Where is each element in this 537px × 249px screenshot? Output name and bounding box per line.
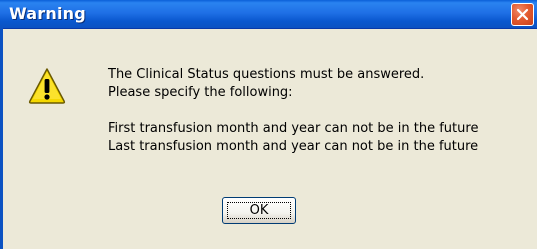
close-button[interactable] — [511, 3, 534, 26]
warning-dialog: Warning The Clinical Status questions mu… — [0, 0, 537, 249]
dialog-title: Warning — [9, 4, 86, 23]
message-line: Last transfusion month and year can not … — [108, 139, 479, 154]
ok-button-label: OK — [227, 202, 291, 219]
message-spacer — [108, 102, 537, 120]
ok-button[interactable]: OK — [222, 197, 296, 224]
message-line: First transfusion month and year can not… — [108, 121, 479, 136]
warning-icon — [28, 68, 66, 104]
window-border-left — [0, 28, 3, 249]
close-icon — [516, 8, 529, 21]
message-text: The Clinical Status questions must be an… — [108, 66, 537, 156]
message-line: The Clinical Status questions must be an… — [108, 67, 425, 82]
title-bar[interactable]: Warning — [0, 0, 537, 29]
message-line: Please specify the following: — [108, 85, 293, 100]
